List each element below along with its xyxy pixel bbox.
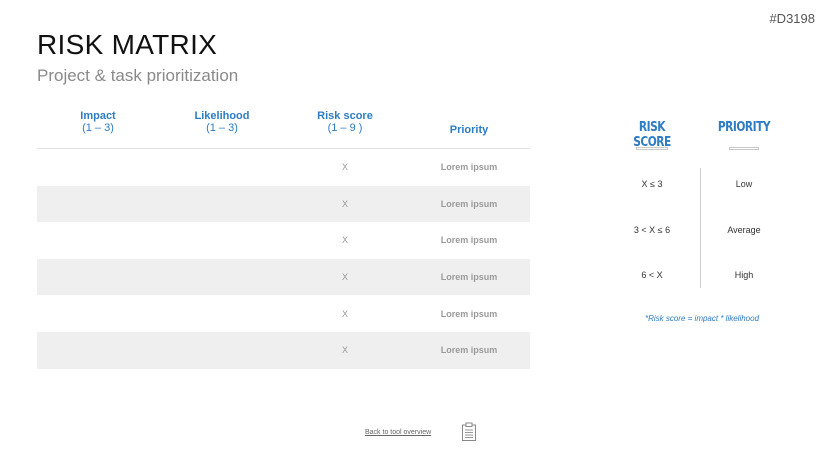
header-risk-score-range: (1 – 9 )	[327, 122, 363, 134]
legend-underline	[729, 147, 759, 150]
table-body: X Lorem ipsum X Lorem ipsum X Lorem ipsu…	[37, 149, 530, 369]
legend-divider	[700, 168, 701, 288]
risk-score-formula-note: *Risk score = impact * likelihood	[644, 314, 760, 323]
risk-matrix-table: Impact (1 – 3) Likelihood (1 – 3) Risk s…	[37, 110, 530, 369]
legend-priority-level: Average	[727, 225, 761, 235]
slide-id: #D3198	[769, 11, 815, 26]
table-row: X Lorem ipsum	[37, 222, 530, 259]
table-row: X Lorem ipsum	[37, 185, 530, 223]
legend-priority-level: Low	[735, 179, 753, 189]
legend-header-risk-score: RISK SCORE	[633, 120, 671, 150]
priority-cell: Lorem ipsum	[440, 272, 498, 283]
table-row: X Lorem ipsum	[37, 258, 530, 296]
clipboard-icon[interactable]	[461, 422, 477, 442]
header-impact: Impact (1 – 3)	[58, 110, 138, 134]
page-title: RISK MATRIX	[37, 29, 218, 60]
header-priority-label: Priority	[449, 124, 489, 136]
table-header: Impact (1 – 3) Likelihood (1 – 3) Risk s…	[37, 110, 530, 149]
legend-underline	[636, 147, 668, 150]
header-priority: Priority	[428, 124, 510, 136]
priority-cell: Lorem ipsum	[440, 345, 498, 356]
header-likelihood-label: Likelihood	[194, 110, 250, 122]
header-risk-score: Risk score (1 – 9 )	[304, 110, 386, 134]
priority-cell: Lorem ipsum	[440, 235, 498, 246]
legend-score-range: 6 < X	[641, 270, 663, 280]
legend-priority-level: High	[734, 270, 754, 280]
risk-score-cell: X	[341, 345, 348, 356]
header-likelihood: Likelihood (1 – 3)	[181, 110, 263, 134]
header-risk-score-label: Risk score	[317, 110, 373, 122]
legend-header-priority: PRIORITY	[717, 120, 771, 135]
priority-cell: Lorem ipsum	[440, 198, 498, 209]
table-row: X Lorem ipsum	[37, 331, 530, 369]
table-row: X Lorem ipsum	[37, 149, 530, 186]
header-likelihood-range: (1 – 3)	[206, 122, 238, 134]
risk-score-cell: X	[341, 198, 348, 209]
header-impact-range: (1 – 3)	[82, 122, 114, 134]
priority-cell: Lorem ipsum	[440, 162, 498, 173]
legend-score-range: 3 < X ≤ 6	[633, 225, 671, 235]
risk-score-cell: X	[341, 308, 348, 319]
risk-score-cell: X	[341, 272, 348, 283]
priority-cell: Lorem ipsum	[440, 308, 498, 319]
header-impact-label: Impact	[80, 110, 116, 122]
risk-score-cell: X	[341, 162, 348, 173]
legend-score-range: X ≤ 3	[641, 179, 663, 189]
page-subtitle: Project & task prioritization	[37, 66, 239, 85]
table-row: X Lorem ipsum	[37, 295, 530, 332]
risk-score-cell: X	[341, 235, 348, 246]
back-to-overview-link[interactable]: Back to tool overview	[365, 429, 431, 436]
